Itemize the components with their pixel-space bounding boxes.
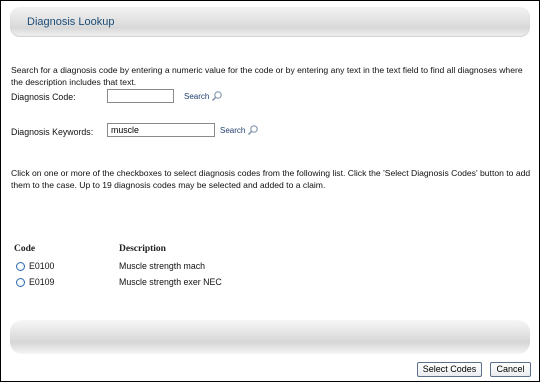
magnifier-icon xyxy=(212,91,223,102)
code-search-label: Search xyxy=(184,91,210,101)
cancel-button[interactable]: Cancel xyxy=(490,362,531,377)
diagnosis-code-input[interactable] xyxy=(107,89,174,103)
column-header-description: Description xyxy=(119,244,166,254)
magnifier-icon xyxy=(248,125,259,136)
dialog-footer-bar xyxy=(10,320,530,354)
code-search-button[interactable]: Search xyxy=(184,90,223,102)
row-code: E0100 xyxy=(29,261,55,271)
radio-icon[interactable] xyxy=(16,278,25,287)
row-description: Muscle strength exer NEC xyxy=(119,277,222,287)
dialog-frame: Diagnosis Lookup Search for a diagnosis … xyxy=(0,0,540,382)
row-description: Muscle strength mach xyxy=(119,261,206,271)
radio-icon[interactable] xyxy=(16,262,25,271)
row-code: E0109 xyxy=(29,277,55,287)
keyword-search-label: Search xyxy=(220,125,246,135)
keyword-search-button[interactable]: Search xyxy=(220,124,259,136)
dialog-title: Diagnosis Lookup xyxy=(27,16,115,28)
intro-text: Search for a diagnosis code by entering … xyxy=(11,65,523,87)
dialog-header: Diagnosis Lookup xyxy=(10,7,530,37)
diagnosis-code-label: Diagnosis Code: xyxy=(11,92,76,102)
diagnosis-keywords-label: Diagnosis Keywords: xyxy=(11,127,94,137)
instructions-text: Click on one or more of the checkboxes t… xyxy=(11,168,531,190)
column-header-code: Code xyxy=(14,244,36,254)
diagnosis-keywords-input[interactable] xyxy=(107,123,215,137)
select-codes-button[interactable]: Select Codes xyxy=(417,362,482,377)
